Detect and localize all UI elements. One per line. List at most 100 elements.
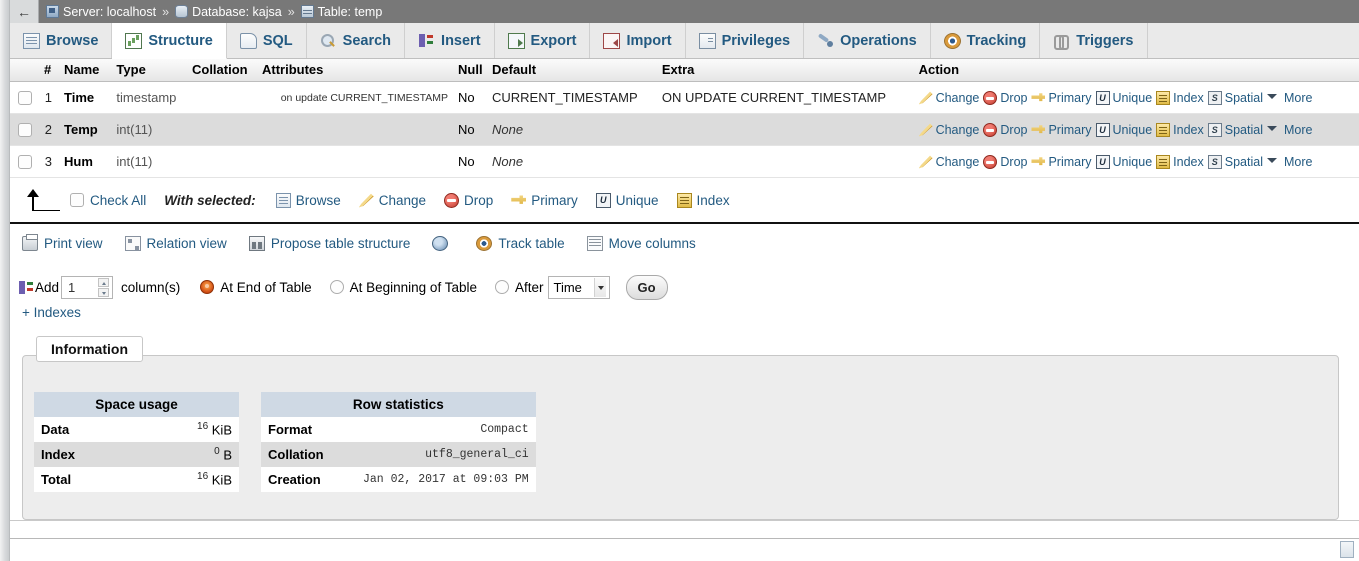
move-columns-link[interactable]: Move columns — [586, 235, 696, 251]
with-selected-unique[interactable]: U Unique — [595, 192, 659, 208]
header-collation[interactable]: Collation — [187, 59, 258, 82]
row-checkbox[interactable] — [18, 155, 32, 170]
action-spatial[interactable]: S Spatial — [1207, 90, 1263, 105]
tab-export[interactable]: Export — [494, 23, 591, 58]
action-more[interactable]: More — [1266, 155, 1312, 169]
radio-after[interactable]: After — [494, 280, 544, 295]
after-column-select[interactable]: Time — [547, 275, 610, 299]
track-table-link[interactable]: Track table — [476, 235, 565, 251]
tab-sql-label: SQL — [262, 32, 293, 49]
row-checkbox[interactable] — [18, 91, 32, 106]
tab-import[interactable]: Import — [590, 23, 686, 58]
header-extra[interactable]: Extra — [657, 59, 915, 82]
with-selected-drop[interactable]: Drop — [444, 192, 493, 208]
add-column-stepper[interactable] — [98, 277, 112, 298]
radio-at-end-indicator[interactable] — [200, 280, 215, 294]
action-primary[interactable]: Primary — [1031, 123, 1092, 137]
with-selected-change[interactable]: Change — [358, 193, 426, 208]
action-drop[interactable]: Drop — [983, 122, 1027, 137]
tab-export-label: Export — [530, 32, 577, 49]
resize-grip-icon[interactable] — [1340, 541, 1354, 558]
back-button[interactable]: ← — [10, 0, 39, 23]
tab-structure[interactable]: Structure — [112, 23, 227, 59]
breadcrumb-database[interactable]: Database: kajsa — [192, 5, 282, 19]
row-attributes — [257, 145, 454, 178]
header-num[interactable]: # — [40, 59, 56, 82]
add-column-icon — [18, 280, 34, 295]
printer-icon — [22, 233, 38, 251]
table-icon — [300, 5, 314, 18]
tab-tracking[interactable]: Tracking — [930, 23, 1041, 58]
header-type[interactable]: Type — [108, 59, 188, 82]
action-more[interactable]: More — [1266, 123, 1312, 137]
with-selected-primary[interactable]: Primary — [511, 193, 578, 208]
action-unique[interactable]: U Unique — [1095, 122, 1152, 137]
space-usage-key: Data — [41, 422, 70, 437]
stepper-down-icon[interactable] — [98, 287, 110, 297]
tab-operations[interactable]: Operations — [804, 23, 931, 58]
check-all-checkbox[interactable] — [70, 193, 84, 207]
add-column-count-input[interactable]: 1 — [61, 275, 114, 299]
header-checkbox-col — [10, 59, 40, 82]
unique-icon: U — [595, 192, 611, 208]
help-link[interactable] — [432, 235, 454, 251]
action-change[interactable]: Change — [918, 123, 979, 137]
row-type: int(11) — [108, 113, 188, 146]
action-unique[interactable]: U Unique — [1095, 154, 1152, 169]
tab-insert[interactable]: Insert — [405, 23, 495, 58]
radio-at-beginning-indicator[interactable] — [329, 280, 344, 294]
phpmyadmin-structure-page: ← Server: localhost » Database: kajsa » … — [0, 0, 1359, 561]
radio-at-beginning-of-table[interactable]: At Beginning of Table — [329, 280, 477, 295]
row-checkbox-cell[interactable] — [10, 81, 40, 114]
space-usage-value: 16 — [197, 471, 209, 483]
action-spatial[interactable]: S Spatial — [1207, 154, 1263, 169]
action-change[interactable]: Change — [918, 91, 979, 105]
action-spatial[interactable]: S Spatial — [1207, 122, 1263, 137]
radio-at-end-of-table[interactable]: At End of Table — [200, 280, 312, 295]
tab-search[interactable]: Search — [306, 23, 406, 58]
header-attributes[interactable]: Attributes — [257, 59, 454, 82]
row-checkbox-cell[interactable] — [10, 113, 40, 146]
row-collation — [187, 81, 258, 114]
row-num: 1 — [40, 81, 56, 114]
action-primary[interactable]: Primary — [1031, 155, 1092, 169]
tab-browse[interactable]: Browse — [10, 23, 113, 58]
action-drop[interactable]: Drop — [983, 90, 1027, 105]
radio-after-indicator[interactable] — [494, 280, 509, 294]
header-name[interactable]: Name — [56, 59, 109, 82]
go-button[interactable]: Go — [625, 274, 668, 300]
page-bottom-divider — [10, 520, 1359, 521]
action-unique[interactable]: U Unique — [1095, 90, 1152, 105]
header-default[interactable]: Default — [488, 59, 658, 82]
breadcrumb-server[interactable]: Server: localhost — [63, 5, 156, 19]
row-checkbox-cell[interactable] — [10, 145, 40, 178]
action-more[interactable]: More — [1266, 91, 1312, 105]
action-change[interactable]: Change — [918, 155, 979, 169]
tab-privileges[interactable]: Privileges — [685, 23, 805, 58]
row-default: None — [488, 113, 658, 146]
chevron-down-icon[interactable] — [593, 277, 606, 297]
space-usage-value: 16 — [197, 421, 209, 433]
header-null[interactable]: Null — [454, 59, 488, 82]
row-extra — [657, 145, 915, 178]
section-divider — [10, 222, 1359, 224]
action-index[interactable]: Index — [1156, 154, 1204, 169]
tab-triggers[interactable]: Triggers — [1040, 23, 1148, 58]
with-selected-toolbar: Check All With selected: Browse Change D… — [10, 177, 1359, 223]
propose-table-structure-link[interactable]: Propose table structure — [248, 235, 410, 251]
tab-sql[interactable]: SQL — [226, 23, 307, 58]
with-selected-index[interactable]: Index — [676, 192, 730, 208]
stepper-up-icon[interactable] — [98, 277, 110, 287]
relation-view-link[interactable]: Relation view — [124, 235, 227, 251]
delete-icon — [983, 90, 998, 105]
check-all-control[interactable]: Check All — [70, 193, 146, 208]
row-checkbox[interactable] — [18, 123, 32, 138]
with-selected-browse[interactable]: Browse — [275, 192, 341, 208]
action-index[interactable]: Index — [1156, 90, 1204, 105]
action-drop[interactable]: Drop — [983, 154, 1027, 169]
print-view-link[interactable]: Print view — [22, 233, 103, 251]
indexes-toggle-link[interactable]: + Indexes — [22, 305, 81, 320]
action-primary[interactable]: Primary — [1031, 91, 1092, 105]
breadcrumb-table[interactable]: Table: temp — [318, 5, 383, 19]
action-index[interactable]: Index — [1156, 122, 1204, 137]
